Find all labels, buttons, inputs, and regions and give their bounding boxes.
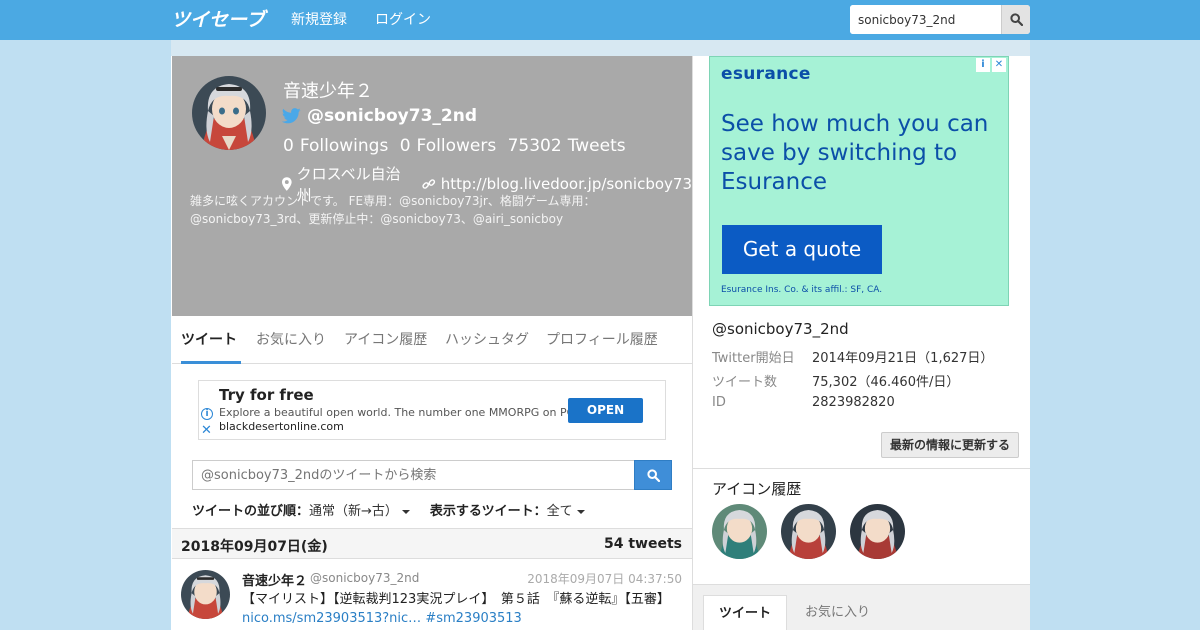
sort-bar: ツイートの並び順：通常（新→古） 表示するツイート：全て <box>192 500 585 519</box>
header-search-input[interactable] <box>850 5 1001 34</box>
tweets-count: 75302 <box>507 136 562 156</box>
twitter-bird-icon <box>282 108 301 124</box>
profile-screen-name-text: @sonicboy73_2nd <box>307 106 477 126</box>
icon-history-title: アイコン履歴 <box>712 480 802 498</box>
ad-quote-button[interactable]: Get a quote <box>722 225 882 274</box>
day-date: 2018年09月07日(金) <box>181 539 328 555</box>
right-column: esurance i ✕ See how much you can save b… <box>693 56 1030 630</box>
profile-stats: 0 Followings 0 Followers 75302 Tweets <box>283 136 632 156</box>
tab-favorites[interactable]: お気に入り <box>256 316 326 364</box>
profile-url[interactable]: http://blog.livedoor.jp/sonicboy73 <box>441 175 692 193</box>
sort-order-dropdown[interactable]: ツイートの並び順：通常（新→古） <box>192 500 410 519</box>
ad-close-icon[interactable]: ✕ <box>992 58 1006 72</box>
site-logo[interactable]: ツイセーブ <box>171 7 269 31</box>
icon-history-item[interactable] <box>712 504 767 559</box>
info-id-value: 2823982820 <box>812 395 895 410</box>
refresh-button[interactable]: 最新の情報に更新する <box>881 432 1019 458</box>
day-header: 2018年09月07日(金) 54 tweets <box>172 528 692 559</box>
tweet-hashtag[interactable]: #sm23903513 <box>425 611 522 626</box>
followers-label: Followers <box>416 136 497 156</box>
info-tweets-label: ツイート数 <box>712 375 778 390</box>
followings-count: 0 <box>283 136 294 156</box>
info-started-value: 2014年09月21日（1,627日） <box>812 351 994 366</box>
sort-order-value: 通常（新→古） <box>309 504 398 519</box>
tab-hashtags[interactable]: ハッシュタグ <box>445 316 529 364</box>
link-icon <box>422 179 436 189</box>
tweet-search-button[interactable] <box>634 460 672 490</box>
info-screen-name: @sonicboy73_2nd <box>712 320 849 338</box>
info-started-label: Twitter開始日 <box>712 351 795 366</box>
ad-info-icon[interactable]: i <box>976 58 990 72</box>
profile-tabs: ツイート お気に入り アイコン履歴 ハッシュタグ プロフィール履歴 <box>172 316 692 364</box>
ad-open-button[interactable]: OPEN <box>568 398 643 423</box>
ad-controls: i ✕ <box>976 58 1006 72</box>
tweets-label: Tweets <box>567 136 626 156</box>
avatar[interactable] <box>181 570 230 619</box>
tweet-timestamp[interactable]: 2018年09月07日 04:37:50 <box>527 570 682 587</box>
header-search <box>850 5 1030 34</box>
sub-bar <box>171 40 1030 56</box>
icon-history-list <box>712 504 905 559</box>
ad-info-icon[interactable]: i <box>201 408 213 420</box>
svg-text:ツイセーブ: ツイセーブ <box>171 9 269 31</box>
followings-label: Followings <box>299 136 389 156</box>
day-tweet-count: 54 tweets <box>604 536 682 552</box>
icon-history-item[interactable] <box>781 504 836 559</box>
tweet-text: 【マイリスト】【逆転裁判123実況プレイ】 第５話 『蘇る逆転』【五審】 nic… <box>242 590 682 628</box>
profile-header: 音速少年２ @sonicboy73_2nd 0 Followings 0 Follo… <box>172 56 692 316</box>
login-link[interactable]: ログイン <box>375 0 431 40</box>
main-content: 音速少年２ @sonicboy73_2nd 0 Followings 0 Follo… <box>171 56 1030 630</box>
ad-brand-logo: esurance <box>721 64 811 84</box>
sort-order-label: ツイートの並び順： <box>192 504 310 519</box>
divider <box>693 468 1030 469</box>
filter-label: 表示するツイート： <box>429 504 547 519</box>
profile-screen-name[interactable]: @sonicboy73_2nd <box>282 106 477 126</box>
icon-history-item[interactable] <box>850 504 905 559</box>
header-search-button[interactable] <box>1001 5 1030 34</box>
filter-value: 全て <box>546 504 573 519</box>
avatar[interactable] <box>192 76 266 150</box>
filter-dropdown[interactable]: 表示するツイート：全て <box>430 500 585 519</box>
tweet-link[interactable]: nico.ms/sm23903513?nic… <box>242 611 421 626</box>
ad-headline: See how much you can save by switching t… <box>721 111 989 195</box>
chevron-down-icon <box>576 509 585 514</box>
ad-url: blackdesertonline.com <box>219 420 344 433</box>
search-icon <box>646 468 660 482</box>
tweet-search-input[interactable] <box>192 460 635 490</box>
tweet-search <box>192 460 672 490</box>
info-id-label: ID <box>712 395 726 410</box>
search-icon <box>1009 13 1023 26</box>
right-tab-tweets[interactable]: ツイート <box>703 595 787 630</box>
ad-footer: Esurance Ins. Co. & its affil.: SF, CA. <box>721 285 883 295</box>
followers-count: 0 <box>399 136 411 156</box>
ad-close-icon[interactable]: ✕ <box>201 423 212 438</box>
ad-description: Explore a beautiful open world. The numb… <box>219 406 575 419</box>
tab-tweets[interactable]: ツイート <box>181 316 241 364</box>
profile-description: 雑多に呟くアカウントです。 FE専用：@sonicboy73jr、格闘ゲーム専用… <box>190 194 596 226</box>
top-nav: ツイセーブ 新規登録 ログイン <box>0 0 1200 40</box>
tweet-text-body: 【マイリスト】【逆転裁判123実況プレイ】 第５話 『蘇る逆転』【五審】 <box>242 592 670 607</box>
sidebar-ad[interactable]: esurance i ✕ See how much you can save b… <box>709 56 1009 306</box>
ad-title: Try for free <box>219 386 314 404</box>
tweet-author-screen-name[interactable]: @sonicboy73_2nd <box>310 571 419 585</box>
chevron-down-icon <box>401 509 410 514</box>
tweet-author-name[interactable]: 音速少年２ <box>242 570 307 589</box>
right-tab-favorites[interactable]: お気に入り <box>805 595 870 630</box>
tab-icon-history[interactable]: アイコン履歴 <box>344 316 427 364</box>
tweet-item: 音速少年２ @sonicboy73_2nd 2018年09月07日 04:37:… <box>172 559 692 630</box>
banner-ad[interactable]: Try for free Explore a beautiful open wo… <box>198 380 666 440</box>
tab-profile-history[interactable]: プロフィール履歴 <box>546 316 658 364</box>
register-link[interactable]: 新規登録 <box>291 0 347 40</box>
profile-name: 音速少年２ <box>283 81 373 102</box>
left-column: 音速少年２ @sonicboy73_2nd 0 Followings 0 Follo… <box>171 56 693 630</box>
info-tweets-value: 75,302（46.460件/日） <box>812 375 960 390</box>
map-pin-icon <box>282 177 292 191</box>
